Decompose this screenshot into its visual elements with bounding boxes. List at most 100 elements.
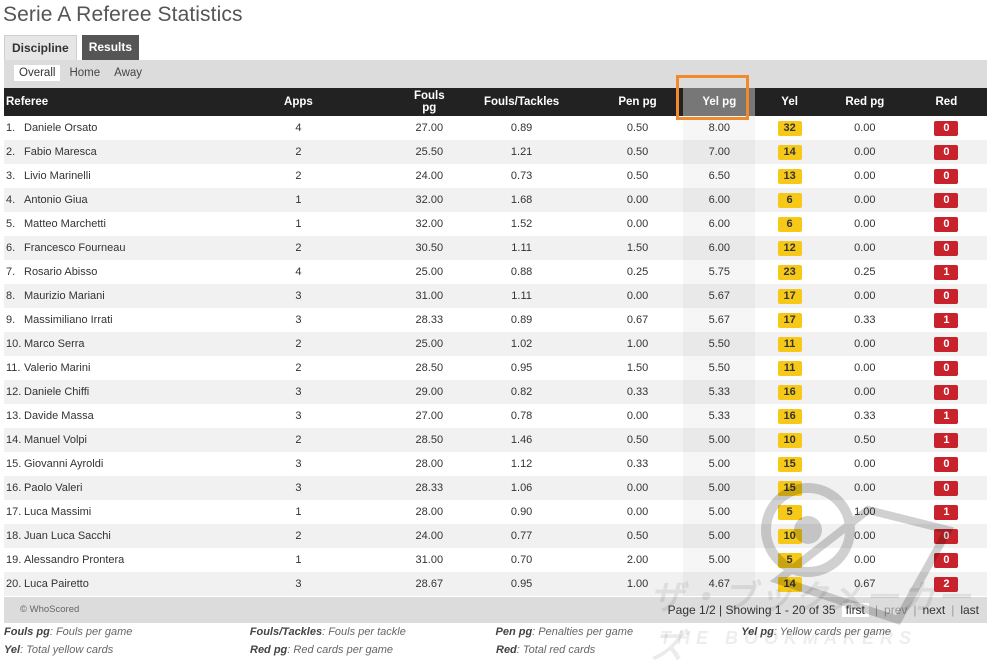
legend-term: Pen pg (495, 626, 533, 638)
red-card-badge: 0 (934, 240, 959, 256)
subtab-away[interactable]: Away (109, 65, 147, 81)
header-red[interactable]: Red (905, 88, 987, 116)
cell-yel: 12 (755, 236, 824, 260)
referee-name-link[interactable]: Livio Marinelli (24, 170, 91, 182)
referee-name-link[interactable]: Giovanni Ayroldi (24, 458, 103, 470)
table-row[interactable]: 1. Daniele Orsato 4 27.00 0.89 0.50 8.00 32 0.00… (4, 116, 987, 140)
cell-fouls-tackles: 0.77 (451, 524, 592, 548)
next-page-link[interactable]: next (923, 603, 946, 617)
cell-yel-pg: 6.50 (683, 164, 756, 188)
first-page-link[interactable]: first (841, 603, 869, 617)
header-pen-pg[interactable]: Pen pg (591, 88, 684, 116)
cell-referee: 14. Manuel Volpi (4, 428, 190, 452)
referee-name-link[interactable]: Manuel Volpi (24, 434, 87, 446)
table-row[interactable]: 16. Paolo Valeri 3 28.33 1.06 0.00 5.00 15 0.00 0 (4, 476, 987, 500)
cell-pen-pg: 0.00 (626, 410, 649, 422)
tab-discipline[interactable]: Discipline (4, 35, 77, 60)
referee-name-link[interactable]: Luca Pairetto (24, 578, 89, 590)
cell-yel: 16 (755, 380, 824, 404)
cell-yel: 15 (755, 476, 824, 500)
referee-name-link[interactable]: Massimiliano Irrati (24, 314, 113, 326)
header-yel[interactable]: Yel (755, 88, 824, 116)
cell-pen-pg: 0.00 (626, 218, 649, 230)
table-footer: © WhoScored Page 1/2 | Showing 1 - 20 of… (4, 597, 987, 623)
header-fouls-tackles[interactable]: Fouls/Tackles (451, 88, 592, 116)
referee-name-link[interactable]: Rosario Abisso (24, 266, 97, 278)
referee-name-link[interactable]: Daniele Orsato (24, 122, 97, 134)
table-row[interactable]: 14. Manuel Volpi 2 28.50 1.46 0.50 5.00 10 0.50 1 (4, 428, 987, 452)
header-red-pg[interactable]: Red pg (823, 88, 906, 116)
red-card-badge: 1 (934, 312, 959, 328)
referee-name-link[interactable]: Daniele Chiffi (24, 386, 89, 398)
cell-referee: 2. Fabio Maresca (4, 140, 190, 164)
referee-name-link[interactable]: Davide Massa (24, 410, 94, 422)
table-row[interactable]: 15. Giovanni Ayroldi 3 28.00 1.12 0.33 5.00 15 0… (4, 452, 987, 476)
cell-fouls-pg: 28.67 (407, 572, 452, 596)
cell-fouls-tackles: 1.68 (451, 188, 592, 212)
table-row[interactable]: 13. Davide Massa 3 27.00 0.78 0.00 5.33 16 0.33 1 (4, 404, 987, 428)
yellow-card-badge: 15 (777, 480, 802, 496)
cell-red-pg: 0.00 (854, 170, 876, 182)
cell-apps: 3 (189, 380, 408, 404)
referee-name-link[interactable]: Juan Luca Sacchi (24, 530, 111, 542)
cell-yel: 13 (755, 164, 824, 188)
cell-red-pg: 0.00 (854, 362, 876, 374)
cell-apps: 1 (295, 506, 302, 518)
cell-pen-pg: 0.25 (626, 266, 649, 278)
table-row[interactable]: 8. Maurizio Mariani 3 31.00 1.11 0.00 5.67 17 0.… (4, 284, 987, 308)
referee-name-link[interactable]: Marco Serra (24, 338, 85, 350)
table-row[interactable]: 5. Matteo Marchetti 1 32.00 1.52 0.00 6.00 6 0.0… (4, 212, 987, 236)
prev-page-link[interactable]: prev (884, 603, 907, 617)
legend-desc: : Fouls per game (49, 626, 133, 638)
cell-yel-pg: 5.33 (683, 404, 756, 428)
cell-yel: 11 (755, 332, 824, 356)
table-row[interactable]: 4. Antonio Giua 1 32.00 1.68 0.00 6.00 6 0.00 0 (4, 188, 987, 212)
referee-name-link[interactable]: Maurizio Mariani (24, 290, 105, 302)
table-row[interactable]: 2. Fabio Maresca 2 25.50 1.21 0.50 7.00 14 0.00 0 (4, 140, 987, 164)
table-row[interactable]: 9. Massimiliano Irrati 3 28.33 0.89 0.67 5.67 1… (4, 308, 987, 332)
referee-name-link[interactable]: Francesco Fourneau (24, 242, 126, 254)
tab-results[interactable]: Results (81, 35, 140, 60)
cell-fouls-pg: 32.00 (407, 188, 452, 212)
table-row[interactable]: 12. Daniele Chiffi 3 29.00 0.82 0.33 5.33 16 0.0… (4, 380, 987, 404)
cell-yel-pg: 4.67 (683, 572, 756, 596)
referee-name-link[interactable]: Valerio Marini (24, 362, 90, 374)
referee-name-link[interactable]: Fabio Maresca (24, 146, 97, 158)
referee-name-link[interactable]: Alessandro Prontera (24, 554, 124, 566)
table-row[interactable]: 10. Marco Serra 2 25.00 1.02 1.00 5.50 11 0.00 0 (4, 332, 987, 356)
header-referee[interactable]: Referee (4, 88, 190, 116)
red-card-badge: 0 (934, 144, 959, 160)
cell-yel: 16 (755, 404, 824, 428)
cell-apps: 2 (189, 332, 408, 356)
cell-fouls-pg: 27.00 (415, 410, 444, 422)
cell-yel-pg: 5.00 (683, 428, 756, 452)
cell-red: 2 (905, 572, 987, 596)
table-row[interactable]: 18. Juan Luca Sacchi 2 24.00 0.77 0.50 5.00 10 0… (4, 524, 987, 548)
table-row[interactable]: 17. Luca Massimi 1 28.00 0.90 0.00 5.00 5 1.00 1 (4, 500, 987, 524)
referee-name-link[interactable]: Paolo Valeri (24, 482, 83, 494)
referee-table: Referee Apps Fouls pg Fouls/Tackles Pen … (4, 88, 987, 596)
referee-name-link[interactable]: Antonio Giua (24, 194, 88, 206)
red-card-badge: 0 (934, 192, 959, 208)
table-row[interactable]: 11. Valerio Marini 2 28.50 0.95 1.50 5.50 11 0.0… (4, 356, 987, 380)
table-row[interactable]: 6. Francesco Fourneau 2 30.50 1.11 1.50 6.00 12… (4, 236, 987, 260)
referee-name-link[interactable]: Matteo Marchetti (24, 218, 106, 230)
header-apps[interactable]: Apps (189, 88, 408, 116)
header-yel-pg[interactable]: Yel pg (683, 88, 756, 116)
table-row[interactable]: 3. Livio Marinelli 2 24.00 0.73 0.50 6.50 13 0.0… (4, 164, 987, 188)
rank-number: 13. (6, 410, 22, 422)
last-page-link[interactable]: last (960, 603, 979, 617)
subtab-home[interactable]: Home (64, 65, 105, 81)
table-row[interactable]: 19. Alessandro Prontera 1 31.00 0.70 2.00 5.00… (4, 548, 987, 572)
cell-fouls-pg: 28.50 (407, 428, 452, 452)
subtab-overall[interactable]: Overall (14, 65, 61, 81)
header-fouls-pg[interactable]: Fouls pg (407, 88, 452, 116)
cell-referee: 13. Davide Massa (4, 404, 190, 428)
red-card-badge: 0 (934, 528, 959, 544)
referee-name-link[interactable]: Luca Massimi (24, 506, 91, 518)
table-row[interactable]: 20. Luca Pairetto 3 28.67 0.95 1.00 4.67 14 0.67… (4, 572, 987, 596)
cell-yel: 14 (755, 572, 824, 596)
cell-yel: 10 (755, 428, 824, 452)
legend-item: Fouls pg: Fouls per game (4, 626, 250, 644)
table-row[interactable]: 7. Rosario Abisso 4 25.00 0.88 0.25 5.75 23 0.25… (4, 260, 987, 284)
